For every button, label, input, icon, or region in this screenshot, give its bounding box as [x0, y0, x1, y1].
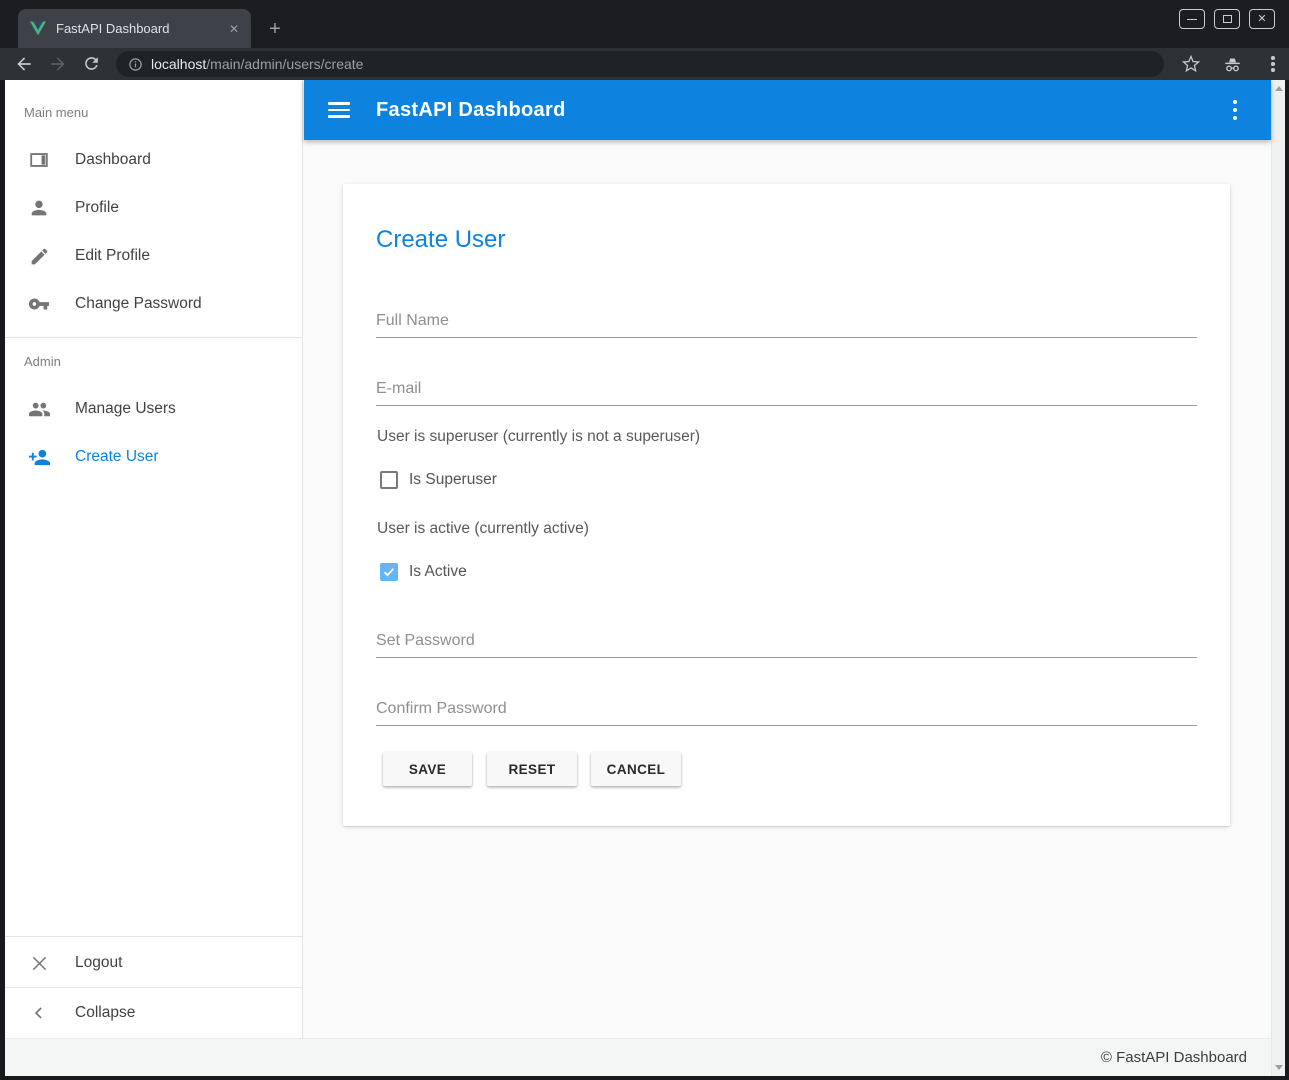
scrollbar-down-icon[interactable] [1275, 1065, 1283, 1070]
menu-icon[interactable] [328, 102, 350, 118]
info-icon[interactable] [128, 57, 143, 72]
window-maximize-button[interactable] [1214, 9, 1240, 29]
active-note: User is active (currently active) [377, 520, 589, 538]
window-close-button[interactable]: ✕ [1249, 9, 1275, 29]
main-content: FastAPI Dashboard Create User User is su… [304, 80, 1271, 1038]
sidebar-item-label: Edit Profile [75, 247, 150, 265]
cancel-button[interactable]: CANCEL [591, 752, 681, 786]
reset-button[interactable]: RESET [487, 752, 577, 786]
sidebar-item-manage-users[interactable]: Manage Users [5, 385, 302, 433]
sidebar-section-admin: Admin [24, 354, 61, 369]
refresh-button[interactable] [82, 54, 102, 74]
checkbox-label: Is Active [409, 563, 467, 581]
sidebar-item-edit-profile[interactable]: Edit Profile [5, 232, 302, 280]
pencil-icon [27, 244, 51, 268]
create-user-card: Create User User is superuser (currently… [343, 184, 1230, 826]
window-controls: ✕ [1179, 9, 1275, 29]
url-path: /main/admin/users/create [206, 56, 363, 72]
confirm-password-input[interactable] [376, 698, 1197, 726]
incognito-icon [1222, 55, 1243, 74]
browser-tab[interactable]: FastAPI Dashboard ✕ [18, 9, 251, 48]
page-footer: © FastAPI Dashboard [5, 1038, 1271, 1076]
checkbox-checked-icon[interactable] [380, 563, 398, 581]
is-superuser-checkbox[interactable]: Is Superuser [380, 471, 497, 489]
sidebar-divider [5, 987, 303, 988]
sidebar-item-dashboard[interactable]: Dashboard [5, 136, 302, 184]
email-input[interactable] [376, 378, 1197, 406]
set-password-input[interactable] [376, 630, 1197, 658]
sidebar-item-label: Create User [75, 448, 159, 466]
checkbox-label: Is Superuser [409, 471, 497, 489]
sidebar-divider [5, 337, 303, 338]
sidebar-item-label: Dashboard [75, 151, 151, 169]
sidebar-item-profile[interactable]: Profile [5, 184, 302, 232]
appbar-overflow-menu-icon[interactable] [1227, 98, 1244, 123]
sidebar-divider [5, 936, 303, 937]
appbar-title: FastAPI Dashboard [376, 99, 566, 122]
sidebar-item-label: Profile [75, 199, 119, 217]
sidebar-item-label: Collapse [75, 1004, 135, 1022]
copyright-text: © FastAPI Dashboard [1101, 1049, 1247, 1066]
sidebar: Main menu Dashboard Profile Edit Profile… [5, 80, 303, 1038]
forward-button[interactable] [48, 54, 68, 74]
vue-favicon-icon [30, 21, 46, 36]
tab-title: FastAPI Dashboard [56, 21, 225, 36]
sidebar-section-main-menu: Main menu [24, 105, 88, 120]
person-add-icon [27, 445, 51, 469]
minimize-icon [1187, 19, 1197, 20]
window-minimize-button[interactable] [1179, 9, 1205, 29]
close-icon [27, 951, 51, 975]
chevron-left-icon [27, 1001, 51, 1025]
bookmark-star-icon[interactable] [1182, 55, 1200, 73]
sidebar-item-collapse[interactable]: Collapse [5, 989, 302, 1037]
new-tab-button[interactable]: + [262, 16, 288, 42]
sidebar-item-change-password[interactable]: Change Password [5, 280, 302, 328]
sidebar-item-label: Logout [75, 954, 122, 972]
superuser-note: User is superuser (currently is not a su… [377, 428, 700, 446]
toolbar-right [1182, 54, 1281, 74]
page-viewport: Main menu Dashboard Profile Edit Profile… [5, 80, 1285, 1076]
checkbox-unchecked-icon[interactable] [380, 471, 398, 489]
page-body: Create User User is superuser (currently… [304, 140, 1271, 1038]
people-icon [27, 397, 51, 421]
maximize-icon [1223, 15, 1232, 23]
back-button[interactable] [14, 54, 34, 74]
sidebar-item-label: Change Password [75, 295, 202, 313]
is-active-checkbox[interactable]: Is Active [380, 563, 467, 581]
sidebar-item-label: Manage Users [75, 400, 176, 418]
person-icon [27, 196, 51, 220]
browser-toolbar: localhost/main/admin/users/create [0, 48, 1289, 80]
url-host: localhost [151, 56, 206, 72]
sidebar-item-logout[interactable]: Logout [5, 939, 302, 987]
key-icon [27, 292, 51, 316]
browser-menu-icon[interactable] [1265, 54, 1281, 74]
page-title: Create User [376, 226, 505, 254]
scrollbar-up-icon[interactable] [1275, 86, 1283, 91]
tab-close-icon[interactable]: ✕ [225, 20, 243, 38]
dashboard-icon [27, 148, 51, 172]
page-scrollbar[interactable] [1271, 80, 1285, 1076]
sidebar-item-create-user[interactable]: Create User [5, 433, 302, 481]
browser-titlebar: FastAPI Dashboard ✕ + ✕ [0, 0, 1289, 48]
close-window-icon: ✕ [1257, 14, 1266, 25]
full-name-input[interactable] [376, 310, 1197, 338]
address-bar[interactable]: localhost/main/admin/users/create [116, 51, 1164, 77]
save-button[interactable]: SAVE [383, 752, 472, 786]
appbar: FastAPI Dashboard [304, 80, 1271, 140]
